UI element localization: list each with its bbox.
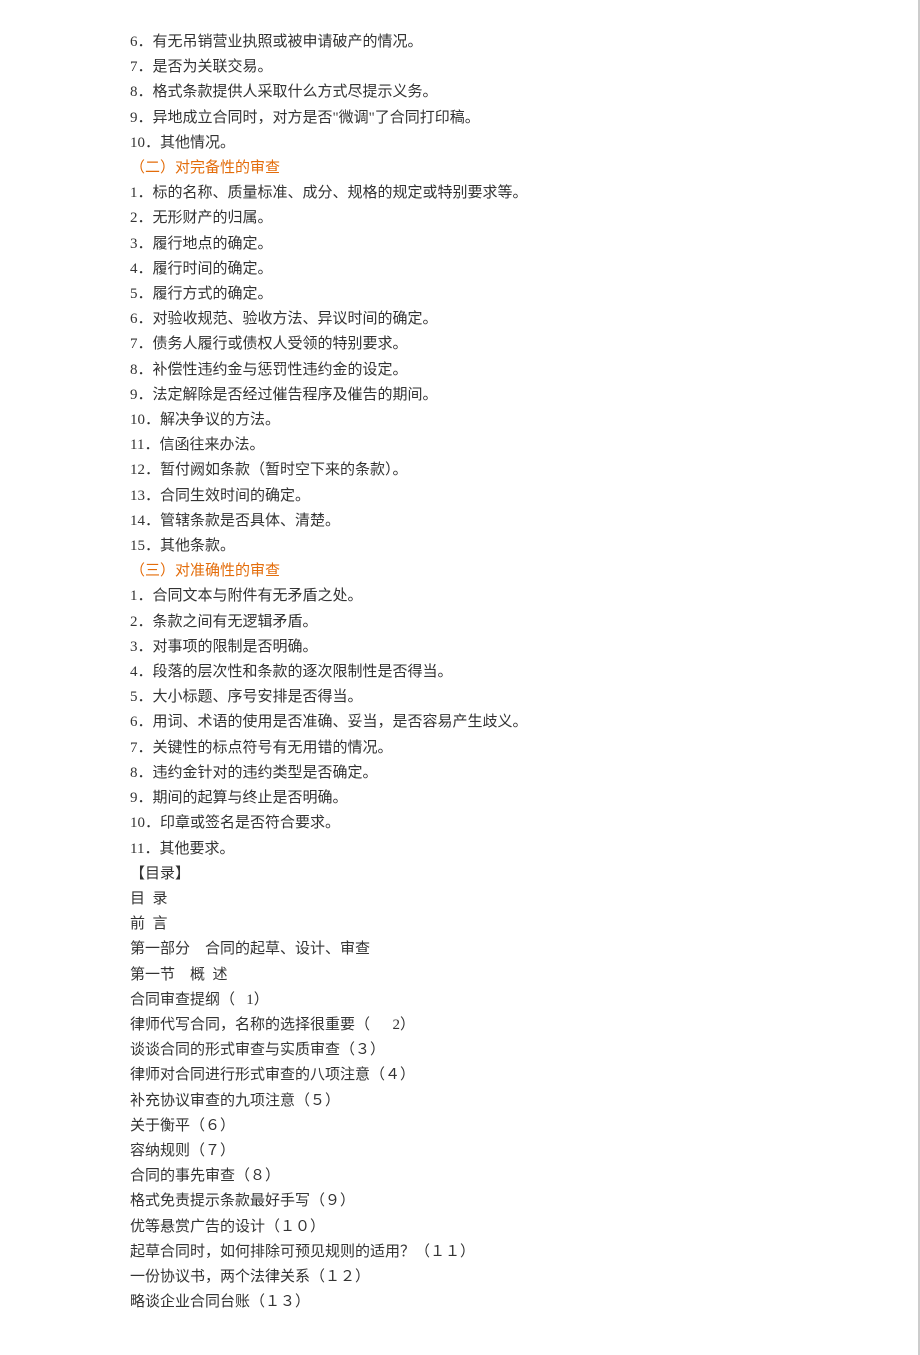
document-line: 4．履行时间的确定。 [130, 257, 918, 282]
document-line: 谈谈合同的形式审查与实质审查（３） [130, 1038, 918, 1063]
document-line: 10．其他情况。 [130, 131, 918, 156]
document-line: 2．无形财产的归属。 [130, 206, 918, 231]
document-line: 【目录】 [130, 862, 918, 887]
document-line: 优等悬赏广告的设计（１０） [130, 1215, 918, 1240]
document-line: 格式免责提示条款最好手写（９） [130, 1189, 918, 1214]
document-line: 7．债务人履行或债权人受领的特别要求。 [130, 332, 918, 357]
document-line: 9．法定解除是否经过催告程序及催告的期间。 [130, 383, 918, 408]
document-line: 6．对验收规范、验收方法、异议时间的确定。 [130, 307, 918, 332]
document-line: 合同的事先审查（８） [130, 1164, 918, 1189]
document-line: 6．用词、术语的使用是否准确、妥当，是否容易产生歧义。 [130, 710, 918, 735]
document-line: 10．解决争议的方法。 [130, 408, 918, 433]
document-line: 6．有无吊销营业执照或被申请破产的情况。 [130, 30, 918, 55]
document-line: 15．其他条款。 [130, 534, 918, 559]
document-line: 12．暂付阙如条款（暂时空下来的条款）。 [130, 458, 918, 483]
document-line: 2．条款之间有无逻辑矛盾。 [130, 610, 918, 635]
document-line: 起草合同时，如何排除可预见规则的适用？（１１） [130, 1240, 918, 1265]
document-line: 关于衡平（６） [130, 1114, 918, 1139]
document-line: 目 录 [130, 887, 918, 912]
document-line: （三）对准确性的审查 [130, 559, 918, 584]
document-line: 一份协议书，两个法律关系（１２） [130, 1265, 918, 1290]
document-line: 3．对事项的限制是否明确。 [130, 635, 918, 660]
document-line: 第一部分 合同的起草、设计、审查 [130, 937, 918, 962]
document-line: 11．其他要求。 [130, 837, 918, 862]
document-line: 律师对合同进行形式审查的八项注意（４） [130, 1063, 918, 1088]
document-line: 8．格式条款提供人采取什么方式尽提示义务。 [130, 80, 918, 105]
document-page: 6．有无吊销营业执照或被申请破产的情况。7．是否为关联交易。8．格式条款提供人采… [0, 0, 920, 1355]
document-line: 9．异地成立合同时，对方是否"微调"了合同打印稿。 [130, 106, 918, 131]
document-line: 11．信函往来办法。 [130, 433, 918, 458]
document-line: 7．关键性的标点符号有无用错的情况。 [130, 736, 918, 761]
document-line: （二）对完备性的审查 [130, 156, 918, 181]
document-line: 1．合同文本与附件有无矛盾之处。 [130, 584, 918, 609]
document-line: 容纳规则（７） [130, 1139, 918, 1164]
document-line: 7．是否为关联交易。 [130, 55, 918, 80]
document-line: 第一节 概 述 [130, 963, 918, 988]
document-line: 补充协议审查的九项注意（５） [130, 1089, 918, 1114]
document-line: 8．违约金针对的违约类型是否确定。 [130, 761, 918, 786]
document-line: 5．大小标题、序号安排是否得当。 [130, 685, 918, 710]
document-line: 前 言 [130, 912, 918, 937]
document-line: 律师代写合同，名称的选择很重要（ 2） [130, 1013, 918, 1038]
document-line: 10．印章或签名是否符合要求。 [130, 811, 918, 836]
document-line: 5．履行方式的确定。 [130, 282, 918, 307]
document-line: 合同审查提纲（ 1） [130, 988, 918, 1013]
document-line: 1．标的名称、质量标准、成分、规格的规定或特别要求等。 [130, 181, 918, 206]
document-line: 14．管辖条款是否具体、清楚。 [130, 509, 918, 534]
document-line: 13．合同生效时间的确定。 [130, 484, 918, 509]
document-line: 9．期间的起算与终止是否明确。 [130, 786, 918, 811]
document-line: 3．履行地点的确定。 [130, 232, 918, 257]
document-line: 4．段落的层次性和条款的逐次限制性是否得当。 [130, 660, 918, 685]
document-line: 8．补偿性违约金与惩罚性违约金的设定。 [130, 358, 918, 383]
